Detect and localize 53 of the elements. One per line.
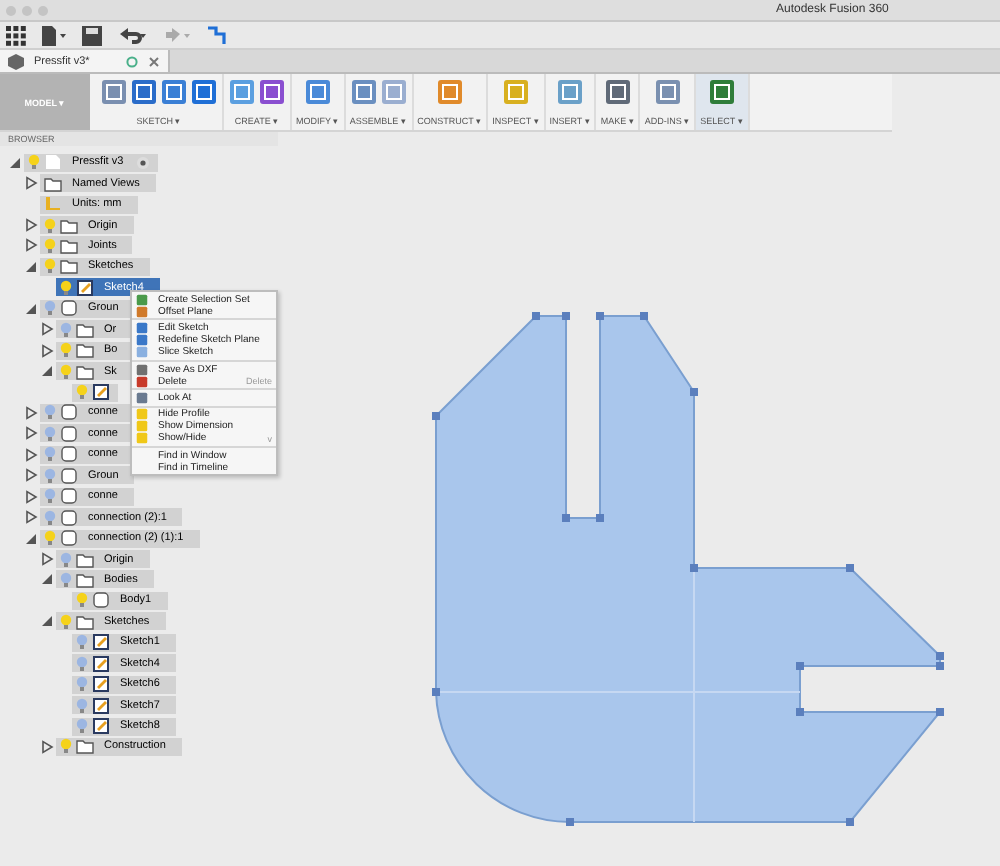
expand-toggle[interactable] [24, 447, 38, 462]
tool-icon[interactable] [100, 78, 128, 106]
expand-toggle[interactable] [24, 238, 38, 253]
bulb-icon[interactable] [60, 279, 72, 296]
bulb-icon[interactable] [76, 676, 88, 693]
save-icon[interactable] [82, 25, 102, 45]
sketch-icon [92, 718, 110, 735]
grid-icon[interactable] [6, 25, 26, 45]
browser-item[interactable] [72, 383, 118, 402]
expand-toggle[interactable] [40, 322, 54, 337]
tool-icon[interactable] [228, 78, 256, 106]
tool-icon[interactable] [435, 78, 464, 106]
sketch-icon [92, 655, 110, 672]
expand-toggle[interactable] [24, 510, 38, 525]
sketch-icon [92, 676, 110, 693]
expand-toggle[interactable] [40, 552, 54, 567]
expand-toggle[interactable] [24, 426, 38, 441]
status-icon [126, 55, 138, 67]
tool-icon[interactable] [603, 78, 632, 106]
close-icon[interactable] [148, 55, 160, 67]
bulb-icon[interactable] [76, 718, 88, 735]
expand-toggle[interactable] [24, 176, 38, 191]
body-icon [92, 592, 110, 609]
expand-toggle[interactable] [40, 343, 54, 358]
tool-icon[interactable] [707, 78, 736, 106]
bulb-icon[interactable] [76, 634, 88, 651]
expand-toggle[interactable] [24, 468, 38, 483]
expand-toggle[interactable] [24, 489, 38, 504]
tool-icon[interactable] [653, 78, 682, 106]
tool-icon[interactable] [379, 78, 408, 106]
bulb-icon[interactable] [76, 592, 88, 609]
tool-icon[interactable] [190, 78, 218, 106]
expand-toggle[interactable] [24, 218, 38, 233]
expand-toggle[interactable] [40, 739, 54, 754]
bulb-icon[interactable] [76, 655, 88, 672]
bulb-icon[interactable] [76, 697, 88, 714]
redo-icon[interactable] [162, 25, 190, 45]
tool-icon[interactable] [556, 78, 585, 106]
sketch-icon [92, 384, 110, 401]
tool-icon[interactable] [258, 78, 286, 106]
tool-icon[interactable] [130, 78, 158, 106]
undo-icon[interactable] [118, 25, 146, 45]
sketch-icon [92, 634, 110, 651]
component-icon [60, 300, 78, 317]
tool-icon[interactable] [303, 78, 332, 106]
expand-toggle[interactable] [24, 405, 38, 420]
tool-icon[interactable] [160, 78, 188, 106]
sketch-icon [76, 279, 94, 296]
file-icon[interactable] [42, 25, 66, 45]
radio-icon[interactable] [135, 155, 150, 170]
tool-icon[interactable] [349, 78, 378, 106]
sketch-icon [92, 697, 110, 714]
bulb-icon[interactable] [76, 384, 88, 401]
